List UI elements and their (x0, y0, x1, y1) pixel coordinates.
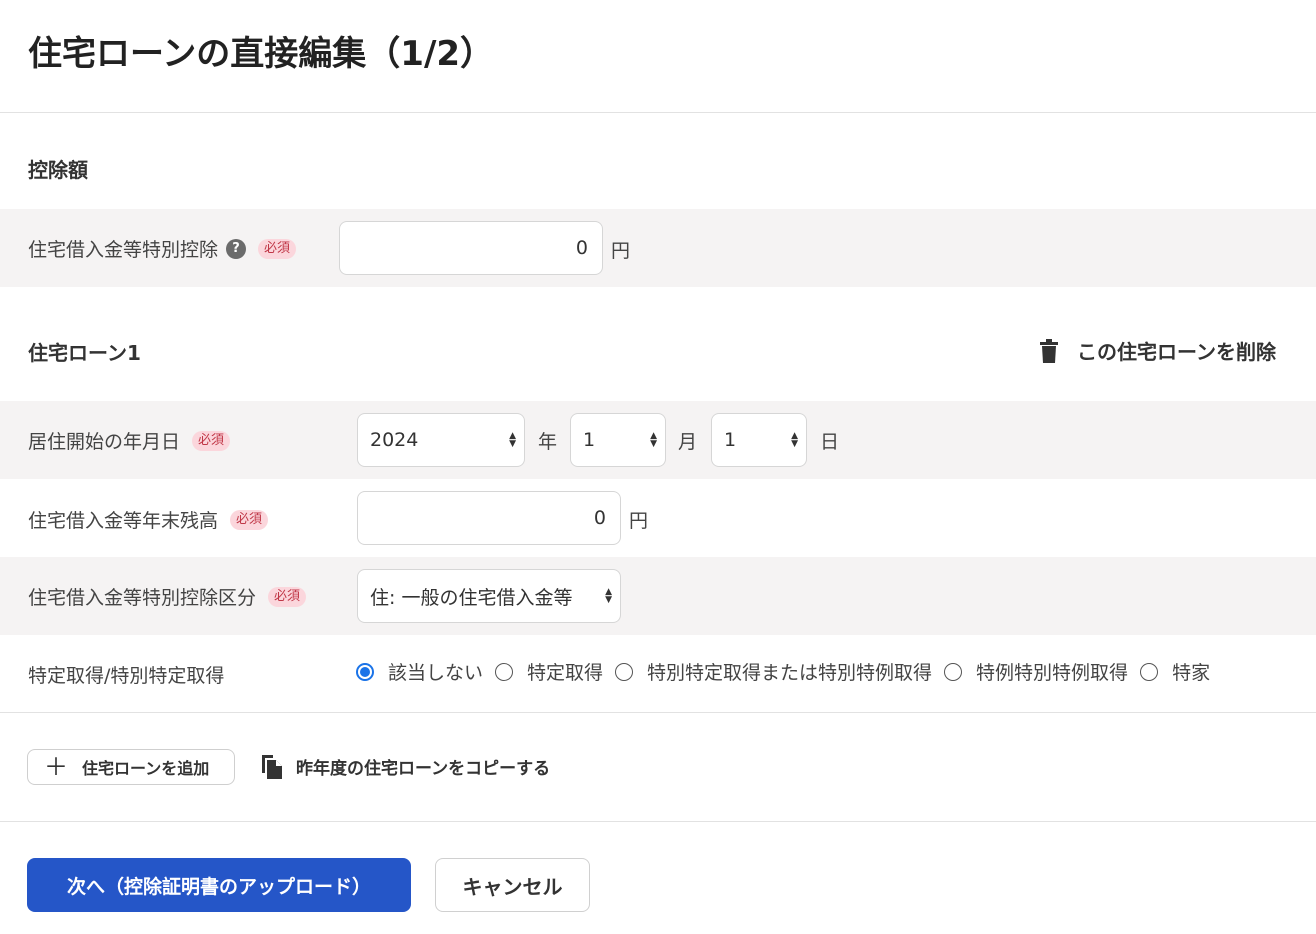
radio-button[interactable] (495, 662, 514, 681)
move-in-date-row: 居住開始の年月日 必須 2024 ▲ ▼ 年 1 ▲ ▼ 月 1 ▲ ▼ 日 (0, 401, 1316, 479)
plus-icon: ＋ (44, 753, 68, 781)
radio-option-specific-acquisition[interactable]: 特定取得 (495, 658, 603, 685)
month-select-value: 1 (583, 429, 596, 451)
header-divider (0, 112, 1316, 113)
updown-arrows-icon: ▲ ▼ (509, 431, 516, 449)
page-title: 住宅ローンの直接編集（1/2） (28, 34, 495, 74)
updown-arrows-icon: ▲ ▼ (605, 587, 612, 605)
year-end-balance-row: 住宅借入金等年末残高 必須 0 円 (0, 479, 1316, 557)
required-badge: 必須 (258, 238, 297, 259)
month-unit: 月 (678, 431, 698, 453)
acquisition-type-radio-group: 該当しない 特定取得 特別特定取得または特別特例取得 特例特別特例取得 特家 (356, 658, 1222, 685)
loan-heading: 住宅ローン1 (28, 341, 141, 365)
radio-button[interactable] (1140, 662, 1159, 681)
special-deduction-input[interactable]: 0 (339, 221, 603, 275)
radio-label: 特別特定取得または特別特例取得 (647, 662, 933, 684)
deduction-category-label: 住宅借入金等特別控除区分 (28, 587, 257, 609)
year-select[interactable]: 2024 ▲ ▼ (357, 413, 525, 467)
cancel-button[interactable]: キャンセル (435, 858, 590, 912)
move-in-date-label-group: 居住開始の年月日 必須 (28, 427, 231, 454)
deduction-heading: 控除額 (28, 158, 88, 182)
add-loan-button[interactable]: ＋ 住宅ローンを追加 (27, 749, 235, 785)
special-deduction-row: 住宅借入金等特別控除 ? 必須 0 円 (0, 209, 1316, 287)
radio-button-checked[interactable] (356, 662, 374, 681)
required-badge: 必須 (192, 430, 231, 451)
radio-option-special-house[interactable]: 特家 (1140, 658, 1210, 685)
copy-document-icon (262, 755, 282, 779)
footer-divider (0, 821, 1316, 822)
copy-previous-loan-button[interactable]: 昨年度の住宅ローンをコピーする (260, 753, 550, 779)
radio-label: 特家 (1172, 662, 1211, 684)
deduction-category-select[interactable]: 住: 一般の住宅借入金等 ▲ ▼ (357, 569, 621, 623)
copy-previous-label: 昨年度の住宅ローンをコピーする (296, 758, 551, 779)
updown-arrows-icon: ▲ ▼ (650, 431, 657, 449)
radio-option-special-specific-acquisition[interactable]: 特別特定取得または特別特例取得 (615, 658, 932, 685)
radio-label: 特定取得 (527, 662, 604, 684)
radio-label: 特例特別特例取得 (976, 662, 1129, 684)
add-loan-label: 住宅ローンを追加 (82, 759, 210, 778)
special-deduction-label: 住宅借入金等特別控除 (28, 239, 219, 261)
deduction-category-value: 住: 一般の住宅借入金等 (370, 586, 573, 609)
year-end-balance-unit: 円 (629, 510, 649, 532)
day-unit: 日 (820, 431, 840, 453)
radio-label: 該当しない (388, 662, 484, 684)
move-in-date-label: 居住開始の年月日 (28, 431, 181, 453)
year-end-balance-input[interactable]: 0 (357, 491, 621, 545)
deduction-category-label-group: 住宅借入金等特別控除区分 必須 (28, 583, 307, 610)
year-select-value: 2024 (370, 429, 419, 451)
acquisition-type-label: 特定取得/特別特定取得 (28, 665, 225, 687)
updown-arrows-icon: ▲ ▼ (791, 431, 798, 449)
radio-button[interactable] (944, 662, 963, 681)
year-end-balance-label: 住宅借入金等年末残高 (28, 510, 219, 532)
year-end-balance-label-group: 住宅借入金等年末残高 必須 (28, 506, 269, 533)
next-button[interactable]: 次へ（控除証明書のアップロード） (27, 858, 411, 912)
day-select-value: 1 (724, 429, 737, 451)
month-select[interactable]: 1 ▲ ▼ (570, 413, 666, 467)
question-circle-icon[interactable]: ? (226, 238, 247, 259)
radio-button[interactable] (615, 662, 634, 681)
delete-loan-label: この住宅ローンを削除 (1077, 340, 1276, 364)
year-unit: 年 (538, 431, 558, 453)
required-badge: 必須 (230, 509, 269, 530)
radio-option-exceptional-special[interactable]: 特例特別特例取得 (944, 658, 1128, 685)
required-badge: 必須 (268, 586, 307, 607)
day-select[interactable]: 1 ▲ ▼ (711, 413, 807, 467)
radio-option-not-applicable[interactable]: 該当しない (356, 658, 483, 685)
delete-loan-button[interactable]: この住宅ローンを削除 (1039, 336, 1276, 365)
section-divider (0, 712, 1316, 713)
special-deduction-label-group: 住宅借入金等特別控除 ? 必須 (28, 235, 297, 262)
trash-icon (1040, 338, 1058, 363)
deduction-category-row: 住宅借入金等特別控除区分 必須 住: 一般の住宅借入金等 ▲ ▼ (0, 557, 1316, 635)
special-deduction-unit: 円 (611, 240, 631, 262)
